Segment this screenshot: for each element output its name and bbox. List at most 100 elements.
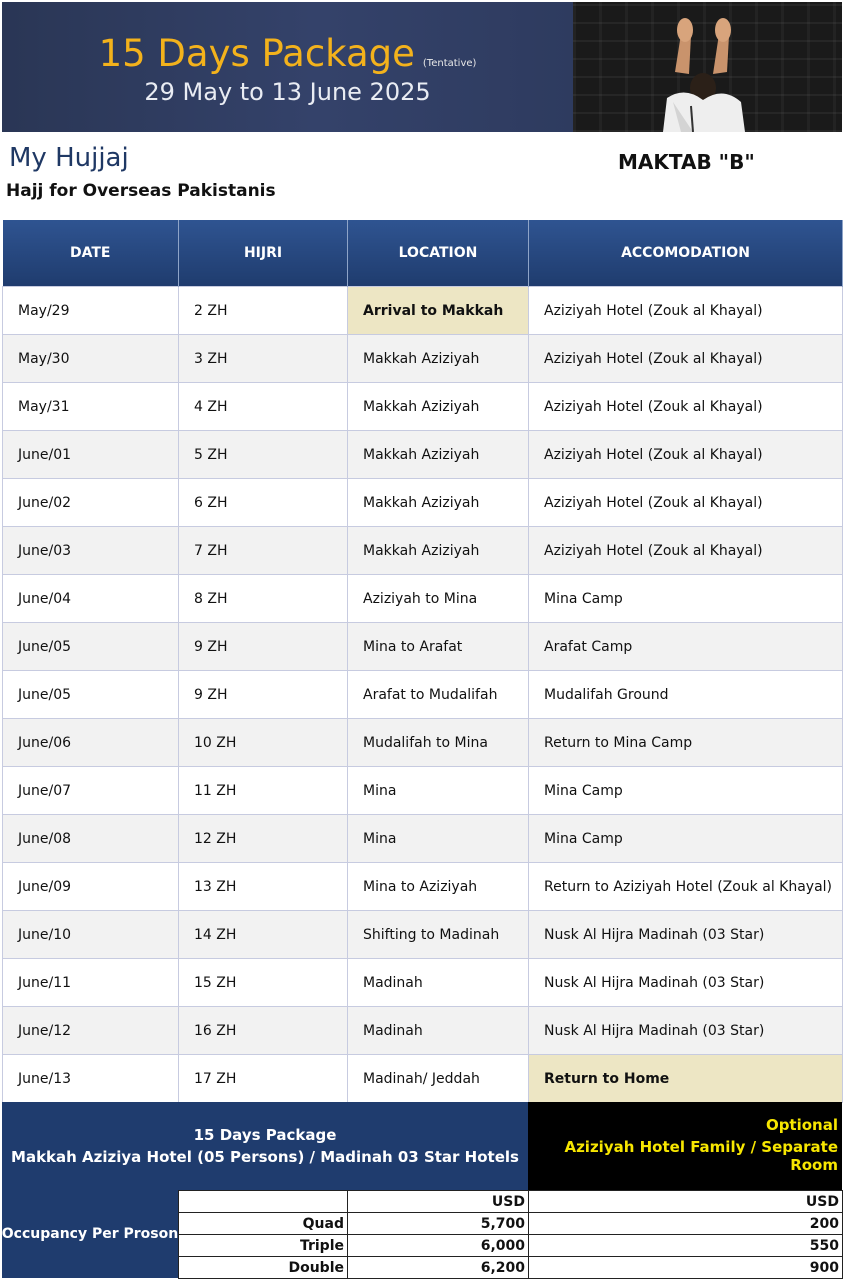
location-cell: Shifting to Madinah <box>347 910 529 959</box>
table-row: June/02 6 ZH Makkah Aziziyah Aziziyah Ho… <box>2 478 843 527</box>
hijri-cell: 14 ZH <box>178 910 348 959</box>
pricing-table: USD USD Quad 5,700 200 Triple 6,000 550 … <box>178 1190 843 1279</box>
table-row: May/31 4 ZH Makkah Aziziyah Aziziyah Hot… <box>2 382 843 431</box>
brand-name: My Hujjaj <box>9 143 129 173</box>
date-cell: June/02 <box>2 478 179 527</box>
tentative-note: (Tentative) <box>422 58 477 69</box>
accomodation-cell: Mina Camp <box>528 814 843 863</box>
header-accomodation: ACCOMODATION <box>528 220 843 287</box>
date-cell: June/12 <box>2 1006 179 1055</box>
banner-text-panel: 15 Days Package (Tentative) 29 May to 13 … <box>2 2 573 132</box>
location-cell: Mina to Arafat <box>347 622 529 671</box>
hijri-cell: 10 ZH <box>178 718 348 767</box>
location-cell: Makkah Aziziyah <box>347 382 529 431</box>
optional-price: 900 <box>528 1256 843 1279</box>
occupancy-label: Occupancy Per Proson <box>2 1190 178 1278</box>
hijri-cell: 3 ZH <box>178 334 348 383</box>
table-row: May/30 3 ZH Makkah Aziziyah Aziziyah Hot… <box>2 334 843 383</box>
accomodation-cell: Aziziyah Hotel (Zouk al Khayal) <box>528 430 843 479</box>
hijri-cell: 5 ZH <box>178 430 348 479</box>
pricing-row: Quad 5,700 200 <box>178 1212 843 1235</box>
table-row: June/13 17 ZH Madinah/ Jeddah Return to … <box>2 1054 843 1103</box>
hijri-cell: 4 ZH <box>178 382 348 431</box>
location-cell: Arrival to Makkah <box>347 286 529 335</box>
package-dates: 29 May to 13 June 2025 <box>144 78 431 106</box>
accomodation-cell: Nusk Al Hijra Madinah (03 Star) <box>528 958 843 1007</box>
date-cell: June/05 <box>2 670 179 719</box>
location-cell: Makkah Aziziyah <box>347 526 529 575</box>
table-row: June/01 5 ZH Makkah Aziziyah Aziziyah Ho… <box>2 430 843 479</box>
location-cell: Makkah Aziziyah <box>347 334 529 383</box>
date-cell: June/13 <box>2 1054 179 1103</box>
location-cell: Mudalifah to Mina <box>347 718 529 767</box>
table-row: June/06 10 ZH Mudalifah to Mina Return t… <box>2 718 843 767</box>
hijri-cell: 6 ZH <box>178 478 348 527</box>
hijri-cell: 8 ZH <box>178 574 348 623</box>
table-row: June/09 13 ZH Mina to Aziziyah Return to… <box>2 862 843 911</box>
location-cell: Madinah <box>347 958 529 1007</box>
date-cell: June/08 <box>2 814 179 863</box>
location-cell: Mina <box>347 766 529 815</box>
date-cell: June/03 <box>2 526 179 575</box>
optional-price: 550 <box>528 1234 843 1257</box>
hijri-cell: 13 ZH <box>178 862 348 911</box>
accomodation-cell: Mina Camp <box>528 766 843 815</box>
location-cell: Makkah Aziziyah <box>347 430 529 479</box>
table-row: May/29 2 ZH Arrival to Makkah Aziziyah H… <box>2 286 843 335</box>
schedule-header-row: DATE HIJRI LOCATION ACCOMODATION <box>2 220 843 287</box>
pricing-blank-cell <box>178 1190 348 1213</box>
table-row: June/05 9 ZH Mina to Arafat Arafat Camp <box>2 622 843 671</box>
location-cell: Mina to Aziziyah <box>347 862 529 911</box>
accomodation-cell: Return to Aziziyah Hotel (Zouk al Khayal… <box>528 862 843 911</box>
optional-title: Optional <box>765 1116 838 1134</box>
accomodation-cell: Mudalifah Ground <box>528 670 843 719</box>
accomodation-cell: Aziziyah Hotel (Zouk al Khayal) <box>528 286 843 335</box>
date-cell: June/06 <box>2 718 179 767</box>
header-date: DATE <box>2 220 179 287</box>
date-cell: June/05 <box>2 622 179 671</box>
room-type: Quad <box>178 1212 348 1235</box>
date-cell: June/11 <box>2 958 179 1007</box>
hijri-cell: 15 ZH <box>178 958 348 1007</box>
package-price: 6,200 <box>347 1256 529 1279</box>
header-location: LOCATION <box>347 220 529 287</box>
location-cell: Aziziyah to Mina <box>347 574 529 623</box>
location-cell: Makkah Aziziyah <box>347 478 529 527</box>
date-cell: May/30 <box>2 334 179 383</box>
room-type: Double <box>178 1256 348 1279</box>
location-cell: Madinah <box>347 1006 529 1055</box>
table-row: June/03 7 ZH Makkah Aziziyah Aziziyah Ho… <box>2 526 843 575</box>
table-row: June/04 8 ZH Aziziyah to Mina Mina Camp <box>2 574 843 623</box>
date-cell: June/04 <box>2 574 179 623</box>
table-row: June/11 15 ZH Madinah Nusk Al Hijra Madi… <box>2 958 843 1007</box>
date-cell: June/09 <box>2 862 179 911</box>
package-summary-hotels: Makkah Aziziya Hotel (05 Persons) / Madi… <box>11 1148 519 1166</box>
maktab-label: MAKTAB "B" <box>618 150 755 174</box>
location-cell: Arafat to Mudalifah <box>347 670 529 719</box>
accomodation-cell: Nusk Al Hijra Madinah (03 Star) <box>528 910 843 959</box>
hijri-cell: 9 ZH <box>178 670 348 719</box>
package-price: 5,700 <box>347 1212 529 1235</box>
optional-description: Aziziyah Hotel Family / Separate Room <box>564 1138 838 1174</box>
accomodation-cell: Aziziyah Hotel (Zouk al Khayal) <box>528 382 843 431</box>
table-row: June/12 16 ZH Madinah Nusk Al Hijra Madi… <box>2 1006 843 1055</box>
optional-box: Optional Aziziyah Hotel Family / Separat… <box>528 1102 842 1190</box>
date-cell: May/29 <box>2 286 179 335</box>
accomodation-cell: Arafat Camp <box>528 622 843 671</box>
accomodation-cell: Aziziyah Hotel (Zouk al Khayal) <box>528 526 843 575</box>
banner-title: 15 Days Package (Tentative) <box>2 32 573 75</box>
location-cell: Madinah/ Jeddah <box>347 1054 529 1103</box>
table-row: June/08 12 ZH Mina Mina Camp <box>2 814 843 863</box>
header-hijri: HIJRI <box>178 220 348 287</box>
optional-currency-label: USD <box>528 1190 843 1213</box>
location-cell: Mina <box>347 814 529 863</box>
pricing-row: Double 6,200 900 <box>178 1256 843 1279</box>
pricing-currency-row: USD USD <box>178 1190 843 1213</box>
pilgrim-figure <box>663 18 745 132</box>
date-cell: June/07 <box>2 766 179 815</box>
accomodation-cell: Return to Home <box>528 1054 843 1103</box>
date-cell: May/31 <box>2 382 179 431</box>
hijri-cell: 17 ZH <box>178 1054 348 1103</box>
accomodation-cell: Nusk Al Hijra Madinah (03 Star) <box>528 1006 843 1055</box>
hijri-cell: 7 ZH <box>178 526 348 575</box>
